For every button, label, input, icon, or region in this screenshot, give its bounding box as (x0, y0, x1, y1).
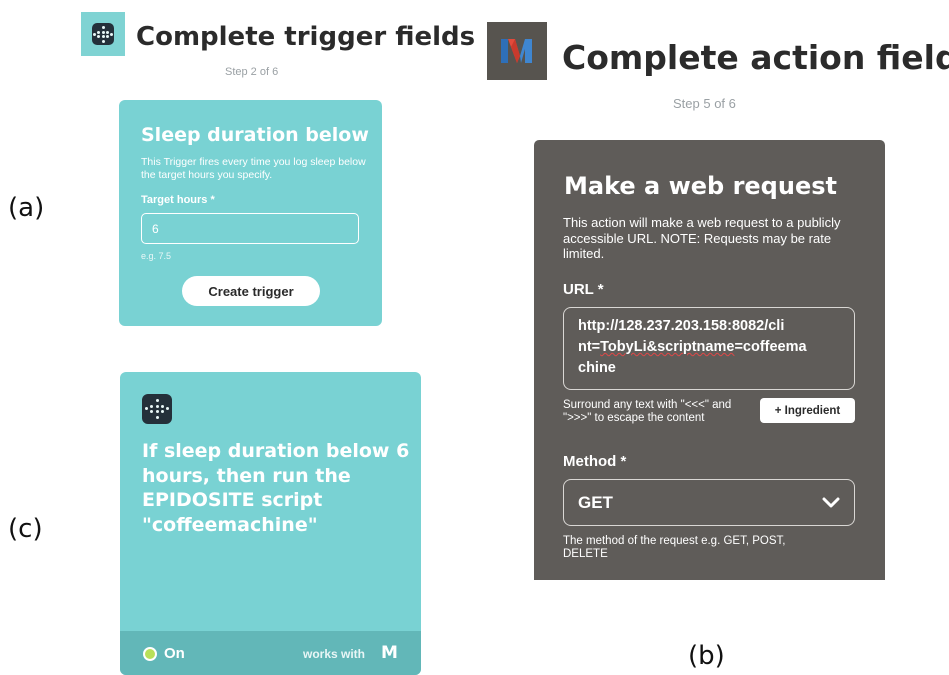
panel-label-c: (c) (8, 514, 43, 544)
action-page-title: Complete action fields (562, 38, 949, 77)
applet-description: If sleep duration below 6 hours, then ru… (142, 440, 410, 536)
create-trigger-label: Create trigger (208, 283, 294, 299)
ingredient-hint: Surround any text with "<<<" and ">>>" t… (563, 399, 732, 424)
url-line-2: nt=TobyLi&scriptname=coffeema (578, 339, 807, 355)
url-line-1: http://128.237.203.158:8082/cli (578, 318, 785, 334)
trigger-step-indicator: Step 2 of 6 (225, 66, 279, 78)
action-step-indicator: Step 5 of 6 (673, 96, 736, 111)
create-trigger-button[interactable]: Create trigger (182, 276, 320, 306)
url-line-3: chine (578, 360, 616, 376)
trigger-page-title: Complete trigger fields (136, 22, 476, 52)
chevron-down-icon (822, 497, 840, 507)
maker-logo-icon (501, 39, 532, 63)
method-select[interactable]: GET (563, 479, 855, 526)
target-hours-value: 6 (152, 221, 159, 236)
trigger-card: Sleep duration below This Trigger fires … (119, 100, 382, 326)
trigger-card-title: Sleep duration below (141, 124, 369, 146)
applet-card[interactable]: If sleep duration below 6 hours, then ru… (120, 372, 421, 675)
add-ingredient-label: + Ingredient (774, 404, 841, 417)
target-hours-hint: e.g. 7.5 (141, 251, 172, 261)
fitbit-icon (81, 12, 125, 56)
panel-label-b: (b) (688, 641, 725, 671)
url-input[interactable]: http://128.237.203.158:8082/cli nt=TobyL… (563, 307, 855, 390)
status-indicator (143, 647, 157, 661)
status-text: On (164, 645, 185, 662)
maker-logo: M (381, 643, 398, 663)
target-hours-label: Target hours * (141, 194, 215, 206)
action-description: This action will make a web request to a… (563, 215, 841, 261)
works-with-label: works with (303, 647, 366, 661)
target-hours-input[interactable]: 6 (141, 213, 359, 244)
applet-footer: On works with M (120, 631, 421, 675)
method-label: Method * (563, 453, 627, 470)
action-card: Make a web request This action will make… (534, 140, 885, 580)
action-card-title: Make a web request (564, 172, 837, 200)
trigger-description: This Trigger fires every time you log sl… (141, 156, 366, 181)
add-ingredient-button[interactable]: + Ingredient (760, 398, 855, 423)
fitbit-icon (142, 394, 172, 424)
spellcheck-underline: TobyLi&scriptname (600, 339, 735, 355)
panel-label-a: (a) (8, 193, 45, 223)
maker-icon (487, 22, 547, 80)
url-label: URL * (563, 281, 604, 298)
method-hint: The method of the request e.g. GET, POST… (563, 535, 786, 560)
url-value: http://128.237.203.158:8082/cli nt=TobyL… (578, 316, 848, 379)
method-value: GET (578, 492, 613, 512)
